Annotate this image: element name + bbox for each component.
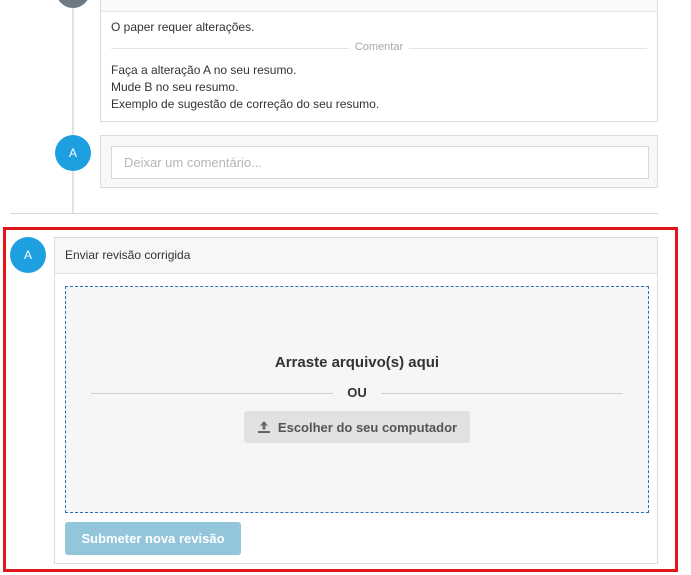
choose-file-button[interactable]: Escolher do seu computador [244,411,470,443]
dropzone-title: Arraste arquivo(s) aqui [274,354,440,371]
review-card: O paper requer alterações. Comentar Faça… [100,0,658,122]
review-status-text: O paper requer alterações. [111,20,255,34]
divider-label: Comentar [354,41,404,53]
upload-icon [257,420,271,434]
user-avatar: A [10,237,46,273]
review-comment-lines: Faça a alteração A no seu resumo. Mude B… [111,62,379,113]
upload-revision-card: Enviar revisão corrigida Arraste arquivo… [54,237,658,564]
review-comment-line: Exemplo de sugestão de correção do seu r… [111,97,380,111]
review-comment-line: Faça a alteração A no seu resumo. [111,63,297,77]
choose-file-label: Escolher do seu computador [277,419,458,435]
user-avatar: A [55,135,91,171]
comment-input[interactable] [111,146,649,179]
submit-revision-button[interactable]: Submeter nova revisão [65,522,241,555]
timeline-line [72,0,74,213]
comment-divider: Comentar [111,41,647,53]
comment-box [100,135,658,188]
upload-card-title: Enviar revisão corrigida [55,238,657,274]
section-divider [10,213,658,214]
reviewer-avatar [56,0,90,8]
review-card-header [101,0,657,12]
file-dropzone[interactable]: Arraste arquivo(s) aqui OU Escolher do s… [65,286,649,513]
review-comment-line: Mude B no seu resumo. [111,80,239,94]
or-divider: OU [91,385,623,400]
